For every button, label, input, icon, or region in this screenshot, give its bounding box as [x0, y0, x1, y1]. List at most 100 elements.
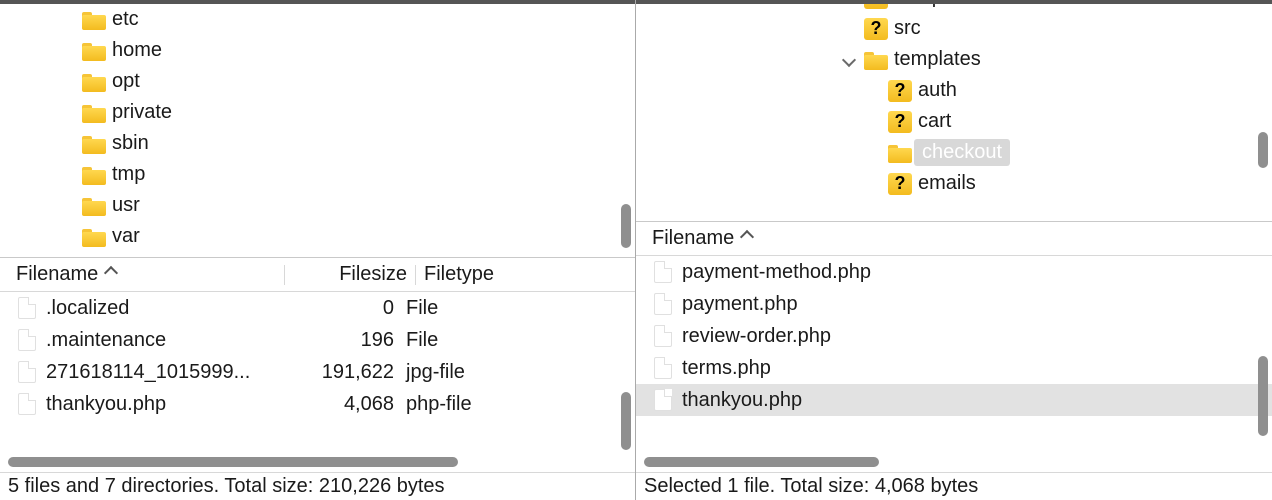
file-type: jpg-file [400, 361, 580, 384]
local-file-list: Filename Filesize Filetype .localized0Fi… [0, 258, 635, 500]
file-icon [654, 389, 672, 411]
file-name: terms.php [682, 357, 771, 380]
sort-ascending-icon [104, 268, 118, 282]
chevron-down-icon[interactable] [842, 53, 856, 67]
file-row[interactable]: payment.php [636, 288, 1272, 320]
file-name: thankyou.php [46, 393, 166, 416]
tree-item[interactable]: src [636, 13, 1272, 44]
folder-icon [82, 72, 106, 92]
column-header-filetype[interactable]: Filetype [416, 263, 596, 286]
tree-item-label: etc [106, 8, 139, 31]
list-scrollbar-thumb[interactable] [621, 392, 631, 450]
file-row[interactable]: .maintenance196File [0, 324, 635, 356]
list-scrollbar-thumb[interactable] [1258, 356, 1268, 436]
remote-directory-tree[interactable]: sample-data src templates auth cartcheckout e… [636, 0, 1272, 222]
tree-item-label: opt [106, 70, 140, 93]
status-text: 5 files and 7 directories. Total size: 2… [8, 475, 445, 498]
file-row[interactable]: thankyou.php [636, 384, 1272, 416]
unknown-folder-icon [888, 80, 912, 102]
file-list-header: Filename Filesize Filetype [0, 258, 635, 292]
tree-scrollbar-thumb[interactable] [621, 204, 631, 248]
folder-icon [82, 134, 106, 154]
tree-item[interactable]: sample-data [636, 0, 1272, 13]
tree-item-label: private [106, 101, 172, 124]
tree-item-label: auth [912, 79, 957, 102]
file-size: 0 [270, 297, 400, 320]
tree-item-label: emails [912, 172, 976, 195]
file-type: File [400, 297, 580, 320]
tree-item[interactable]: private [0, 97, 635, 128]
column-label: Filesize [339, 263, 407, 286]
file-icon [18, 361, 36, 383]
file-name: .localized [46, 297, 129, 320]
folder-icon [82, 103, 106, 123]
tree-item-label: var [106, 225, 140, 248]
tree-item[interactable]: opt [0, 66, 635, 97]
tree-item[interactable]: checkout [636, 137, 1272, 168]
local-pane: etc home opt private sbin tmp usr var Filename … [0, 0, 636, 500]
tree-item-label: tmp [106, 163, 145, 186]
folder-icon [82, 10, 106, 30]
column-label: Filename [16, 263, 98, 286]
column-label: Filename [652, 227, 734, 250]
file-row[interactable]: .localized 0File [0, 292, 635, 324]
unknown-folder-icon [888, 173, 912, 195]
file-row[interactable]: thankyou.php 4,068php-file [0, 388, 635, 420]
file-name: thankyou.php [682, 389, 802, 412]
unknown-folder-icon [888, 111, 912, 133]
file-name: review-order.php [682, 325, 831, 348]
tree-item[interactable]: etc [0, 4, 635, 35]
folder-icon [888, 143, 912, 163]
file-row[interactable]: terms.php [636, 352, 1272, 384]
file-rows: payment-method.php payment.php review-orde… [636, 256, 1272, 454]
status-text: Selected 1 file. Total size: 4,068 bytes [644, 475, 978, 498]
column-header-filesize[interactable]: Filesize [285, 263, 415, 286]
folder-icon [82, 165, 106, 185]
tree-item[interactable]: templates [636, 44, 1272, 75]
file-size: 196 [270, 329, 400, 352]
local-directory-tree[interactable]: etc home opt private sbin tmp usr var [0, 0, 635, 258]
column-header-filename[interactable]: Filename [8, 263, 284, 286]
file-size: 4,068 [270, 393, 400, 416]
file-row[interactable]: 271618114_1015999...191,622jpg-file [0, 356, 635, 388]
tree-item[interactable]: auth [636, 75, 1272, 106]
tree-item-label: sbin [106, 132, 149, 155]
folder-icon [82, 196, 106, 216]
tree-item[interactable]: home [0, 35, 635, 66]
tree-scrollbar-thumb[interactable] [1258, 132, 1268, 168]
tree-item-label: sample-data [888, 0, 1004, 9]
file-icon [654, 325, 672, 347]
tree-item[interactable]: sbin [0, 128, 635, 159]
folder-icon [82, 41, 106, 61]
file-rows: .localized 0File .maintenance 196File 271618… [0, 292, 635, 454]
file-icon [18, 297, 36, 319]
tree-item[interactable]: cart [636, 106, 1272, 137]
file-icon [654, 261, 672, 283]
tree-item[interactable]: usr [0, 190, 635, 221]
column-label: Filetype [424, 263, 494, 286]
file-name: payment.php [682, 293, 798, 316]
horizontal-scrollbar[interactable] [8, 454, 627, 470]
file-list-header: Filename [636, 222, 1272, 256]
tree-item[interactable]: tmp [0, 159, 635, 190]
file-name: .maintenance [46, 329, 166, 352]
tree-item-label: usr [106, 194, 140, 217]
file-icon [654, 357, 672, 379]
folder-icon [82, 227, 106, 247]
horizontal-scrollbar[interactable] [644, 454, 1264, 470]
folder-icon [864, 50, 888, 70]
tree-item-label: src [888, 17, 921, 40]
column-header-filename[interactable]: Filename [644, 227, 1272, 250]
tree-item-label: templates [888, 48, 981, 71]
tree-item[interactable]: var [0, 221, 635, 252]
unknown-folder-icon [864, 18, 888, 40]
file-type: php-file [400, 393, 580, 416]
file-row[interactable]: payment-method.php [636, 256, 1272, 288]
file-size: 191,622 [270, 361, 400, 384]
remote-file-list: Filename payment-method.php payment.php re… [636, 222, 1272, 500]
tree-item[interactable]: emails [636, 168, 1272, 199]
file-name: payment-method.php [682, 261, 871, 284]
file-icon [18, 393, 36, 415]
file-row[interactable]: review-order.php [636, 320, 1272, 352]
remote-pane: sample-data src templates auth cartcheckout e… [636, 0, 1272, 500]
